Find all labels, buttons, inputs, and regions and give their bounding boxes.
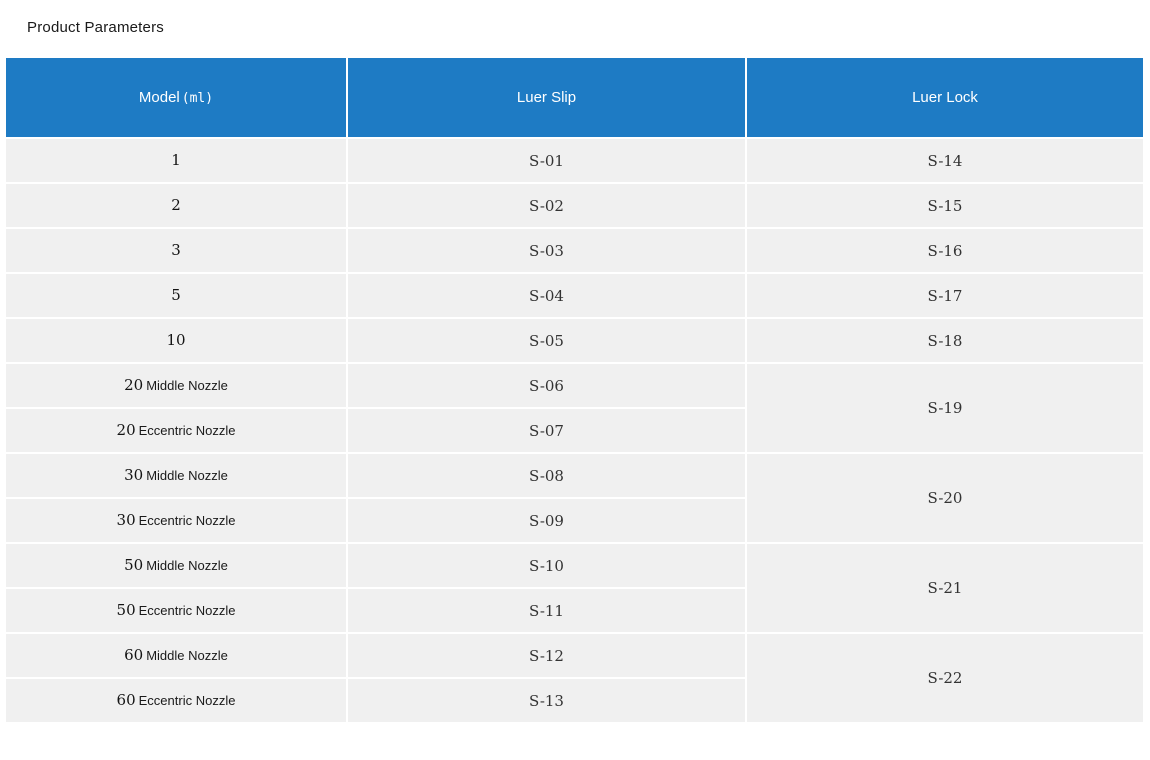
luer-lock-cell: S-18 xyxy=(747,319,1143,362)
model-cell: 5 xyxy=(6,274,346,317)
luer-slip-cell: S-10 xyxy=(348,544,745,587)
luer-slip-cell: S-04 xyxy=(348,274,745,317)
luer-lock-cell-merged: S-19 xyxy=(747,364,1143,452)
model-cell: 20Middle Nozzle xyxy=(6,364,346,407)
table-row: 50Middle Nozzle S-10 S-21 xyxy=(6,544,1143,587)
model-number: 3 xyxy=(171,241,181,259)
model-number: 20 xyxy=(117,421,136,439)
model-number: 60 xyxy=(124,646,143,664)
model-number: 1 xyxy=(171,151,181,169)
model-number: 2 xyxy=(171,196,181,214)
table-row: 10 S-05 S-18 xyxy=(6,319,1143,362)
header-model-unit: (ml) xyxy=(182,91,213,106)
model-number: 10 xyxy=(166,331,185,349)
nozzle-label: Middle Nozzle xyxy=(146,468,228,483)
nozzle-label: Middle Nozzle xyxy=(146,648,228,663)
product-parameters-table: Model(ml) Luer Slip Luer Lock 1 S-01 S-1… xyxy=(4,56,1145,724)
table-row: 30Middle Nozzle S-08 S-20 xyxy=(6,454,1143,497)
model-cell: 20Eccentric Nozzle xyxy=(6,409,346,452)
model-cell: 30Eccentric Nozzle xyxy=(6,499,346,542)
luer-lock-cell: S-17 xyxy=(747,274,1143,317)
luer-slip-cell: S-07 xyxy=(348,409,745,452)
luer-slip-cell: S-09 xyxy=(348,499,745,542)
header-cell-model: Model(ml) xyxy=(6,58,346,137)
header-row: Model(ml) Luer Slip Luer Lock xyxy=(6,58,1143,137)
table-row: 1 S-01 S-14 xyxy=(6,139,1143,182)
luer-slip-cell: S-13 xyxy=(348,679,745,722)
model-number: 50 xyxy=(124,556,143,574)
table-row: 60Middle Nozzle S-12 S-22 xyxy=(6,634,1143,677)
luer-slip-cell: S-03 xyxy=(348,229,745,272)
luer-lock-cell-merged: S-21 xyxy=(747,544,1143,632)
nozzle-label: Eccentric Nozzle xyxy=(139,423,236,438)
model-number: 30 xyxy=(124,466,143,484)
model-cell: 60Middle Nozzle xyxy=(6,634,346,677)
nozzle-label: Middle Nozzle xyxy=(146,558,228,573)
table-row: 5 S-04 S-17 xyxy=(6,274,1143,317)
luer-slip-cell: S-05 xyxy=(348,319,745,362)
model-cell: 50Eccentric Nozzle xyxy=(6,589,346,632)
luer-lock-cell-merged: S-20 xyxy=(747,454,1143,542)
luer-lock-cell-merged: S-22 xyxy=(747,634,1143,722)
luer-slip-cell: S-12 xyxy=(348,634,745,677)
header-model-label: Model xyxy=(139,89,180,106)
header-cell-luer-slip: Luer Slip xyxy=(348,58,745,137)
luer-lock-cell: S-15 xyxy=(747,184,1143,227)
model-number: 5 xyxy=(171,286,181,304)
model-cell: 10 xyxy=(6,319,346,362)
luer-lock-cell: S-16 xyxy=(747,229,1143,272)
model-cell: 50Middle Nozzle xyxy=(6,544,346,587)
table-row: 20Middle Nozzle S-06 S-19 xyxy=(6,364,1143,407)
luer-lock-cell: S-14 xyxy=(747,139,1143,182)
nozzle-label: Eccentric Nozzle xyxy=(139,513,236,528)
model-number: 30 xyxy=(117,511,136,529)
model-cell: 60Eccentric Nozzle xyxy=(6,679,346,722)
model-cell: 30Middle Nozzle xyxy=(6,454,346,497)
model-cell: 2 xyxy=(6,184,346,227)
nozzle-label: Eccentric Nozzle xyxy=(139,693,236,708)
nozzle-label: Middle Nozzle xyxy=(146,378,228,393)
header-cell-luer-lock: Luer Lock xyxy=(747,58,1143,137)
luer-slip-cell: S-01 xyxy=(348,139,745,182)
luer-slip-cell: S-11 xyxy=(348,589,745,632)
model-cell: 3 xyxy=(6,229,346,272)
table-row: 2 S-02 S-15 xyxy=(6,184,1143,227)
luer-slip-cell: S-06 xyxy=(348,364,745,407)
luer-slip-cell: S-02 xyxy=(348,184,745,227)
model-number: 60 xyxy=(117,691,136,709)
model-number: 50 xyxy=(117,601,136,619)
model-number: 20 xyxy=(124,376,143,394)
table-row: 3 S-03 S-16 xyxy=(6,229,1143,272)
model-cell: 1 xyxy=(6,139,346,182)
page-title: Product Parameters xyxy=(27,19,164,36)
luer-slip-cell-highlighted: S-08 xyxy=(348,454,745,497)
nozzle-label: Eccentric Nozzle xyxy=(139,603,236,618)
